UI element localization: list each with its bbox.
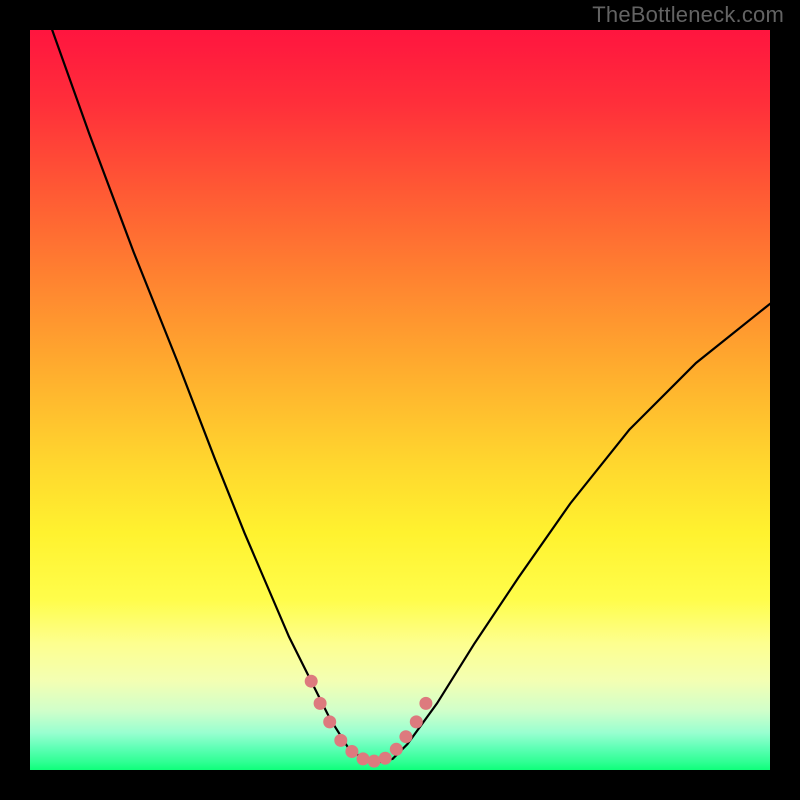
sweet-spot-markers — [305, 675, 433, 768]
marker-dot — [323, 715, 336, 728]
marker-dot — [305, 675, 318, 688]
watermark-label: TheBottleneck.com — [592, 2, 784, 28]
marker-dot — [357, 752, 370, 765]
marker-dot — [410, 715, 423, 728]
marker-dot — [334, 734, 347, 747]
curve-svg — [30, 30, 770, 770]
marker-dot — [399, 730, 412, 743]
marker-dot — [345, 745, 358, 758]
marker-dot — [379, 752, 392, 765]
marker-dot — [419, 697, 432, 710]
bottleneck-curve — [52, 30, 770, 763]
marker-dot — [390, 743, 403, 756]
plot-area — [30, 30, 770, 770]
marker-dot — [314, 697, 327, 710]
marker-dot — [368, 755, 381, 768]
chart-frame: TheBottleneck.com — [0, 0, 800, 800]
